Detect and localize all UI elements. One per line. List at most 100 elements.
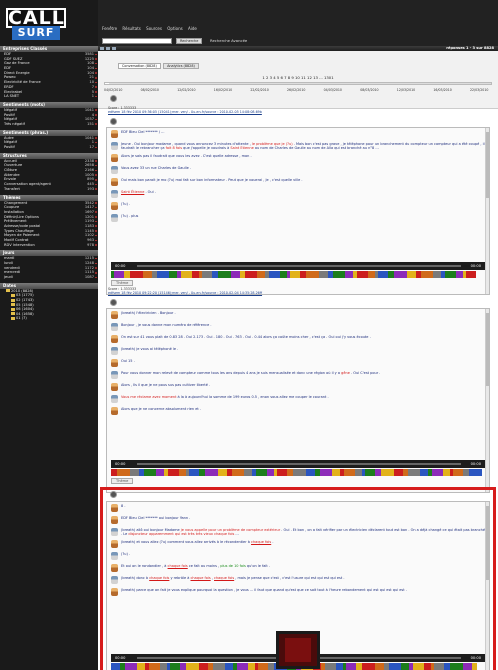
agent-avatar-icon	[111, 129, 118, 138]
facet-item[interactable]: Positif 17	[0, 145, 98, 150]
remove-facet-icon[interactable]	[95, 239, 97, 242]
date-tree-item[interactable]: 01 (7)	[0, 316, 98, 321]
record-file-link[interactable]: edfsem 18 fév 2010 09:36:05 (15041);mer.…	[108, 110, 262, 114]
menu-item-sources[interactable]: Sources	[146, 26, 162, 31]
theme-segment	[456, 270, 463, 278]
remove-facet-icon[interactable]	[95, 146, 97, 149]
remove-facet-icon[interactable]	[95, 257, 97, 260]
remove-facet-icon[interactable]	[95, 141, 97, 144]
remove-facet-icon[interactable]	[95, 262, 97, 265]
facet-item-label: Attendre	[4, 172, 20, 177]
remove-facet-icon[interactable]	[95, 53, 97, 56]
facet-item-label: EDF	[4, 52, 12, 56]
remove-facet-icon[interactable]	[95, 244, 97, 246]
remove-facet-icon[interactable]	[95, 234, 97, 237]
remove-facet-icon[interactable]	[95, 62, 97, 65]
audio-player[interactable]: 00:00 00:00	[111, 261, 485, 270]
remove-facet-icon[interactable]	[95, 276, 97, 279]
menu-item-options[interactable]: Options	[167, 26, 182, 31]
remove-facet-icon[interactable]	[95, 118, 97, 121]
collapse-record-button[interactable]	[110, 299, 117, 306]
remove-facet-icon[interactable]	[95, 109, 97, 111]
pagination[interactable]: 1 2 3 4 5 6 7 8 9 10 11 12 13 ... 1301	[98, 75, 498, 80]
timeline-date-label: 26/02/2010	[287, 88, 306, 92]
remove-facet-icon[interactable]	[95, 183, 97, 186]
transcript-segment: fait 8 fois	[165, 146, 183, 151]
transcript-scrollbar[interactable]	[485, 308, 489, 492]
facet-item[interactable]: Transfert 193	[0, 187, 98, 192]
remove-facet-icon[interactable]	[95, 81, 97, 84]
player-track[interactable]	[137, 264, 461, 267]
theme-segment	[320, 468, 332, 476]
remove-facet-icon[interactable]	[95, 58, 97, 60]
remove-facet-icon[interactable]	[95, 271, 97, 274]
agent-avatar-icon	[111, 177, 118, 186]
window-maximize-button[interactable]	[106, 47, 110, 50]
customer-avatar-icon	[111, 394, 118, 403]
remove-facet-icon[interactable]	[95, 206, 97, 209]
scrollbar-thumb[interactable]	[486, 131, 489, 199]
transcript-segment: Alors que je ne concerne absolument rien…	[121, 406, 201, 411]
tab-conversation[interactable]: Conversation (8828)	[118, 63, 161, 69]
player-time-end: 00:00	[470, 461, 481, 466]
collapse-record-button[interactable]	[110, 118, 117, 125]
remove-facet-icon[interactable]	[95, 178, 97, 181]
theme-segment	[114, 270, 124, 278]
facet-item-label: mardi	[4, 256, 15, 261]
remove-facet-icon[interactable]	[95, 188, 97, 190]
remove-facet-icon[interactable]	[95, 72, 97, 74]
customer-avatar-icon	[111, 189, 118, 198]
results-window: réponses 1 - 3 sur 8828 Conversation (88…	[98, 46, 498, 670]
menu-item-aide[interactable]: Aide	[188, 26, 197, 31]
record-file-link[interactable]: edfsem 18 fév 2010 09:22:20 (15146);mer.…	[108, 291, 262, 295]
remove-facet-icon[interactable]	[95, 67, 97, 70]
theme-button[interactable]: Thème	[111, 279, 134, 286]
remove-facet-icon[interactable]	[95, 123, 97, 126]
menu-item-resultats[interactable]: Résultats	[122, 26, 140, 31]
window-close-button[interactable]	[112, 47, 116, 50]
remove-facet-icon[interactable]	[95, 76, 97, 79]
remove-facet-icon[interactable]	[95, 91, 97, 93]
transcript-line: (?u) . plus	[111, 213, 485, 223]
remove-facet-icon[interactable]	[95, 225, 97, 228]
collapse-record-button[interactable]	[110, 491, 117, 498]
audio-player[interactable]: 00:00 00:00	[111, 459, 485, 468]
facet-item[interactable]: Très négatif 151	[0, 122, 98, 127]
remove-facet-icon[interactable]	[95, 86, 97, 88]
remove-facet-icon[interactable]	[95, 160, 97, 162]
remove-facet-icon[interactable]	[95, 220, 97, 223]
timeline-slider[interactable]	[104, 82, 492, 85]
transcript-line: Oui 15 .	[111, 358, 485, 368]
remove-facet-icon[interactable]	[95, 114, 97, 116]
facet-item[interactable]: LA SNET 1	[0, 94, 98, 99]
facet-item[interactable]: RDV Intervention 978	[0, 243, 98, 248]
theme-segment	[277, 468, 287, 476]
remove-facet-icon[interactable]	[95, 169, 97, 172]
transcript-segment: Vous avez 33 un rue Charles de Gaulle .	[121, 165, 191, 170]
window-minimize-button[interactable]	[100, 47, 104, 50]
player-track[interactable]	[137, 462, 461, 465]
remove-facet-icon[interactable]	[95, 95, 97, 98]
facet-item[interactable]: jeudi 1087	[0, 275, 98, 280]
theme-segment	[345, 270, 353, 278]
remove-facet-icon[interactable]	[95, 211, 97, 213]
theme-segment	[280, 270, 287, 278]
search-input[interactable]	[102, 38, 172, 44]
transcript-scrollbar[interactable]	[485, 127, 489, 294]
remove-facet-icon[interactable]	[95, 202, 97, 204]
tab-analytics[interactable]: Analytics (8828)	[163, 63, 199, 69]
menu-item-fenetre[interactable]: Fenêtre	[102, 26, 117, 31]
remove-facet-icon[interactable]	[95, 137, 97, 139]
customer-avatar-icon	[111, 141, 118, 150]
remove-facet-icon[interactable]	[95, 216, 97, 218]
scrollbar-thumb[interactable]	[486, 312, 489, 386]
timeline-date-label: 16/03/2010	[433, 88, 452, 92]
search-button[interactable]: Recherche	[176, 38, 203, 44]
remove-facet-icon[interactable]	[95, 230, 97, 232]
remove-facet-icon[interactable]	[95, 267, 97, 269]
collapse-all-button[interactable]	[110, 95, 117, 102]
advanced-search-link[interactable]: Recherche Avancée	[210, 38, 247, 44]
theme-segment	[368, 270, 375, 278]
remove-facet-icon[interactable]	[95, 174, 97, 176]
remove-facet-icon[interactable]	[95, 164, 97, 167]
